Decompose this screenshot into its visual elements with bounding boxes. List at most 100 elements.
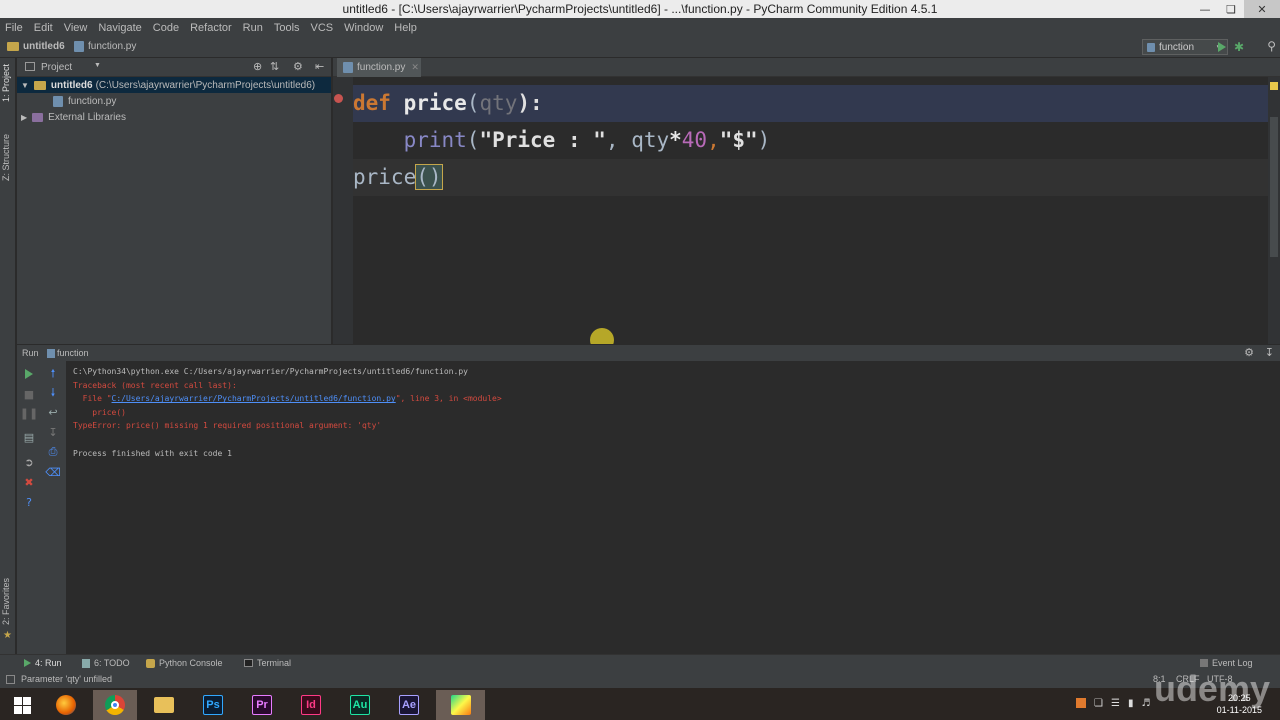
favorites-tool-tab[interactable]: 2: Favorites bbox=[1, 578, 11, 625]
taskbar-firefox[interactable] bbox=[44, 690, 88, 720]
window-title: untitled6 - [C:\Users\ajayrwarrier\Pycha… bbox=[342, 2, 938, 16]
menu-refactor[interactable]: Refactor bbox=[185, 22, 238, 34]
menu-window[interactable]: Window bbox=[339, 22, 389, 34]
indesign-icon: Id bbox=[301, 695, 321, 715]
editor-tab-function-py[interactable]: function.py ✕ bbox=[337, 58, 421, 77]
locate-icon[interactable]: ⊕ bbox=[253, 60, 262, 73]
string-literal-dollar: "$" bbox=[719, 128, 758, 152]
code-line-3[interactable]: price() bbox=[353, 159, 1268, 196]
breadcrumb-project[interactable]: untitled6 bbox=[7, 41, 65, 52]
code-line-2[interactable]: print("Price : ", qty*40,"$") bbox=[353, 122, 1268, 159]
minimize-icon[interactable]: — bbox=[1192, 0, 1218, 18]
hide-panel-icon[interactable]: ↧ bbox=[1265, 346, 1274, 359]
menu-vcs[interactable]: VCS bbox=[306, 22, 340, 34]
code-line-1[interactable]: def price(qty): bbox=[353, 85, 1268, 122]
close-icon[interactable]: ✕ bbox=[411, 62, 419, 73]
breadcrumb-file[interactable]: function.py bbox=[74, 41, 136, 52]
console-traceback: Traceback (most recent call last): bbox=[73, 380, 237, 390]
close-icon[interactable]: ✖ bbox=[22, 475, 36, 489]
debug-icon[interactable]: ✱ bbox=[1234, 40, 1244, 54]
comma: , bbox=[707, 128, 720, 152]
menu-navigate[interactable]: Navigate bbox=[93, 22, 147, 34]
function-call: price bbox=[353, 165, 417, 189]
taskbar-indesign[interactable]: Id bbox=[289, 690, 333, 720]
star-icon: ★ bbox=[3, 630, 12, 641]
restore-layout-icon[interactable]: ▤ bbox=[22, 430, 36, 444]
taskbar-photoshop[interactable]: Ps bbox=[191, 690, 235, 720]
start-button[interactable] bbox=[0, 690, 44, 720]
tab-terminal[interactable]: Terminal bbox=[244, 658, 291, 668]
run-config-select[interactable]: function ▼ bbox=[1142, 39, 1228, 55]
stop-icon[interactable]: ■ bbox=[22, 387, 36, 401]
rerun-icon[interactable] bbox=[22, 367, 36, 381]
arrow-down-icon[interactable]: 🠗 bbox=[46, 386, 60, 400]
gear-icon[interactable]: ⚙ bbox=[293, 60, 303, 73]
audition-icon: Au bbox=[350, 695, 370, 715]
number-literal: 40 bbox=[681, 128, 708, 152]
firefox-icon bbox=[56, 695, 76, 715]
code-editor[interactable]: def price(qty): print("Price : ", qty*40… bbox=[353, 77, 1268, 352]
scroll-to-end-icon[interactable]: ↧ bbox=[46, 425, 60, 439]
menu-tools[interactable]: Tools bbox=[269, 22, 306, 34]
menu-view[interactable]: View bbox=[59, 22, 94, 34]
taskbar-chrome[interactable] bbox=[93, 690, 137, 720]
collapse-icon[interactable]: ⇅ bbox=[270, 60, 279, 73]
window-titlebar: untitled6 - [C:\Users\ajayrwarrier\Pycha… bbox=[0, 0, 1280, 18]
soft-wrap-icon[interactable]: ↩ bbox=[46, 405, 60, 419]
tree-item-function-py[interactable]: function.py bbox=[53, 93, 116, 109]
close-icon[interactable]: ✕ bbox=[1244, 0, 1280, 18]
taskbar-audition[interactable]: Au bbox=[338, 690, 382, 720]
notification-icon[interactable] bbox=[1076, 698, 1086, 708]
chevron-down-icon[interactable]: ▼ bbox=[94, 62, 101, 69]
editor-gutter[interactable] bbox=[333, 77, 371, 344]
pin-icon[interactable]: ➲ bbox=[22, 455, 36, 469]
console-file-link[interactable]: C:/Users/ajayrwarrier/PycharmProjects/un… bbox=[112, 394, 396, 403]
tab-python-console[interactable]: Python Console bbox=[146, 658, 223, 668]
tree-item-external-libraries[interactable]: ▶ External Libraries bbox=[21, 109, 126, 125]
trash-icon[interactable]: ⌫ bbox=[45, 465, 61, 479]
tab-todo[interactable]: 6: TODO bbox=[82, 658, 130, 668]
scroll-thumb[interactable] bbox=[1270, 117, 1278, 257]
menu-edit[interactable]: Edit bbox=[29, 22, 59, 34]
maximize-icon[interactable]: ❏ bbox=[1218, 0, 1244, 18]
python-file-icon bbox=[1147, 42, 1155, 52]
menu-help[interactable]: Help bbox=[389, 22, 423, 34]
editor-tab-bar: function.py ✕ bbox=[333, 58, 1280, 77]
tab-run[interactable]: 4: Run bbox=[24, 658, 62, 668]
arrow-up-icon[interactable]: 🠕 bbox=[46, 367, 60, 381]
system-tray: ❏ ☰ ▮ ♬ bbox=[1076, 698, 1150, 709]
network-icon[interactable]: ☰ bbox=[1111, 698, 1120, 709]
taskbar-pycharm[interactable] bbox=[436, 690, 485, 720]
gear-icon[interactable]: ⚙ bbox=[1244, 346, 1254, 359]
editor-scrollbar[interactable] bbox=[1268, 77, 1280, 344]
volume-icon[interactable]: ♬ bbox=[1141, 698, 1150, 709]
editor-tab-label: function.py bbox=[357, 62, 406, 73]
tree-root-path: (C:\Users\ajayrwarrier\PycharmProjects\u… bbox=[95, 79, 316, 91]
pause-icon[interactable]: ❚❚ bbox=[20, 406, 38, 420]
tree-item-root[interactable]: ▼ untitled6 (C:\Users\ajayrwarrier\Pycha… bbox=[17, 77, 331, 93]
tab-event-log[interactable]: Event Log bbox=[1200, 658, 1253, 668]
folder-icon bbox=[33, 80, 46, 90]
run-console[interactable]: C:\Python34\python.exe C:/Users/ajayrwar… bbox=[66, 361, 1280, 654]
project-view-select[interactable]: Project bbox=[41, 62, 72, 73]
status-toggle-icon[interactable] bbox=[6, 675, 15, 684]
breakpoint-icon[interactable] bbox=[334, 94, 343, 103]
menu-code[interactable]: Code bbox=[148, 22, 185, 34]
menu-file[interactable]: File bbox=[0, 22, 29, 34]
help-icon[interactable]: ? bbox=[22, 495, 36, 509]
taskbar-premiere[interactable]: Pr bbox=[240, 690, 284, 720]
taskbar-file-explorer[interactable] bbox=[142, 690, 186, 720]
structure-tool-tab[interactable]: Z: Structure bbox=[1, 134, 11, 181]
search-icon[interactable]: ⚲ bbox=[1267, 39, 1276, 53]
bottom-tool-tabs: 4: Run 6: TODO Python Console Terminal E… bbox=[0, 654, 1280, 672]
windows-flag-icon[interactable]: ❏ bbox=[1094, 698, 1103, 709]
battery-icon[interactable]: ▮ bbox=[1128, 698, 1134, 709]
run-icon[interactable] bbox=[1218, 42, 1226, 52]
hide-panel-icon[interactable]: ⇤ bbox=[315, 60, 324, 73]
menu-run[interactable]: Run bbox=[238, 22, 269, 34]
taskbar-after-effects[interactable]: Ae bbox=[387, 690, 431, 720]
project-tool-tab[interactable]: 1: Project bbox=[1, 64, 11, 102]
print-icon[interactable]: ⎙ bbox=[46, 445, 60, 459]
event-log-icon bbox=[1200, 659, 1208, 667]
